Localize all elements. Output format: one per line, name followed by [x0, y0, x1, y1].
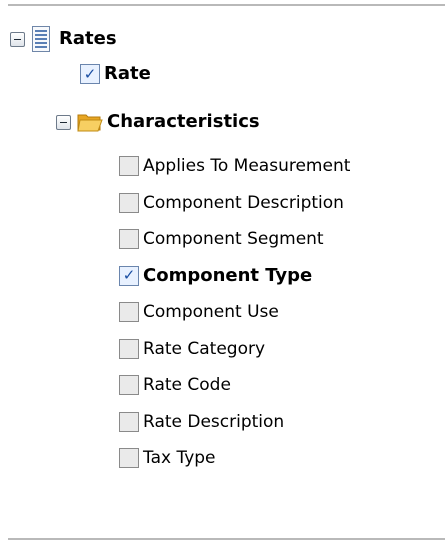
checkbox[interactable]: ✓ [119, 265, 139, 286]
list-item-label: Applies To Measurement [143, 156, 351, 177]
list-item-label: Component Segment [143, 229, 324, 250]
list-item-label: Tax Type [143, 448, 216, 469]
checkbox[interactable] [119, 302, 139, 323]
checkbox[interactable] [119, 375, 139, 396]
checkbox[interactable] [119, 338, 139, 359]
tree-node-characteristics[interactable]: Characteristics [56, 109, 260, 135]
bottom-divider [8, 538, 445, 540]
list-item-label: Rate Code [143, 375, 231, 396]
tree-node-rate-label: Rate [104, 63, 151, 84]
list-item-label: Rate Description [143, 411, 285, 432]
checkbox[interactable] [119, 411, 139, 432]
list-item-applies-to-measurement[interactable]: Applies To Measurement [119, 148, 350, 185]
checkbox[interactable] [119, 192, 139, 213]
list-item-tax-type[interactable]: Tax Type [119, 440, 350, 477]
list-item-label: Component Type [143, 264, 313, 286]
collapse-rates-icon[interactable] [10, 31, 25, 47]
list-item-label: Component Description [143, 192, 344, 213]
list-item-rate-description[interactable]: Rate Description [119, 404, 350, 441]
tree-node-rates[interactable]: Rates [10, 26, 117, 52]
tree-node-rates-label: Rates [59, 28, 117, 49]
rate-checkbox[interactable]: ✓ [80, 64, 100, 84]
list-item-component-use[interactable]: Component Use [119, 294, 350, 331]
checkbox[interactable] [119, 448, 139, 469]
list-item-label: Component Use [143, 302, 279, 323]
tree-node-characteristics-label: Characteristics [107, 111, 260, 132]
list-item-component-type[interactable]: ✓ Component Type [119, 258, 350, 295]
characteristics-list: Applies To Measurement Component Descrip… [119, 148, 350, 477]
list-item-component-segment[interactable]: Component Segment [119, 221, 350, 258]
list-item-label: Rate Category [143, 338, 266, 359]
top-divider [8, 4, 445, 6]
tree-node-rate[interactable]: ✓ Rate [80, 61, 151, 87]
list-item-rate-code[interactable]: Rate Code [119, 367, 350, 404]
tree-panel: Rates ✓ Rate Characteristics Applies To … [0, 0, 445, 542]
collapse-characteristics-icon[interactable] [56, 114, 71, 130]
list-item-component-description[interactable]: Component Description [119, 185, 350, 222]
checkbox[interactable] [119, 229, 139, 250]
checkbox[interactable] [119, 156, 139, 177]
open-folder-icon [77, 114, 103, 132]
document-icon [32, 26, 50, 52]
list-item-rate-category[interactable]: Rate Category [119, 331, 350, 368]
